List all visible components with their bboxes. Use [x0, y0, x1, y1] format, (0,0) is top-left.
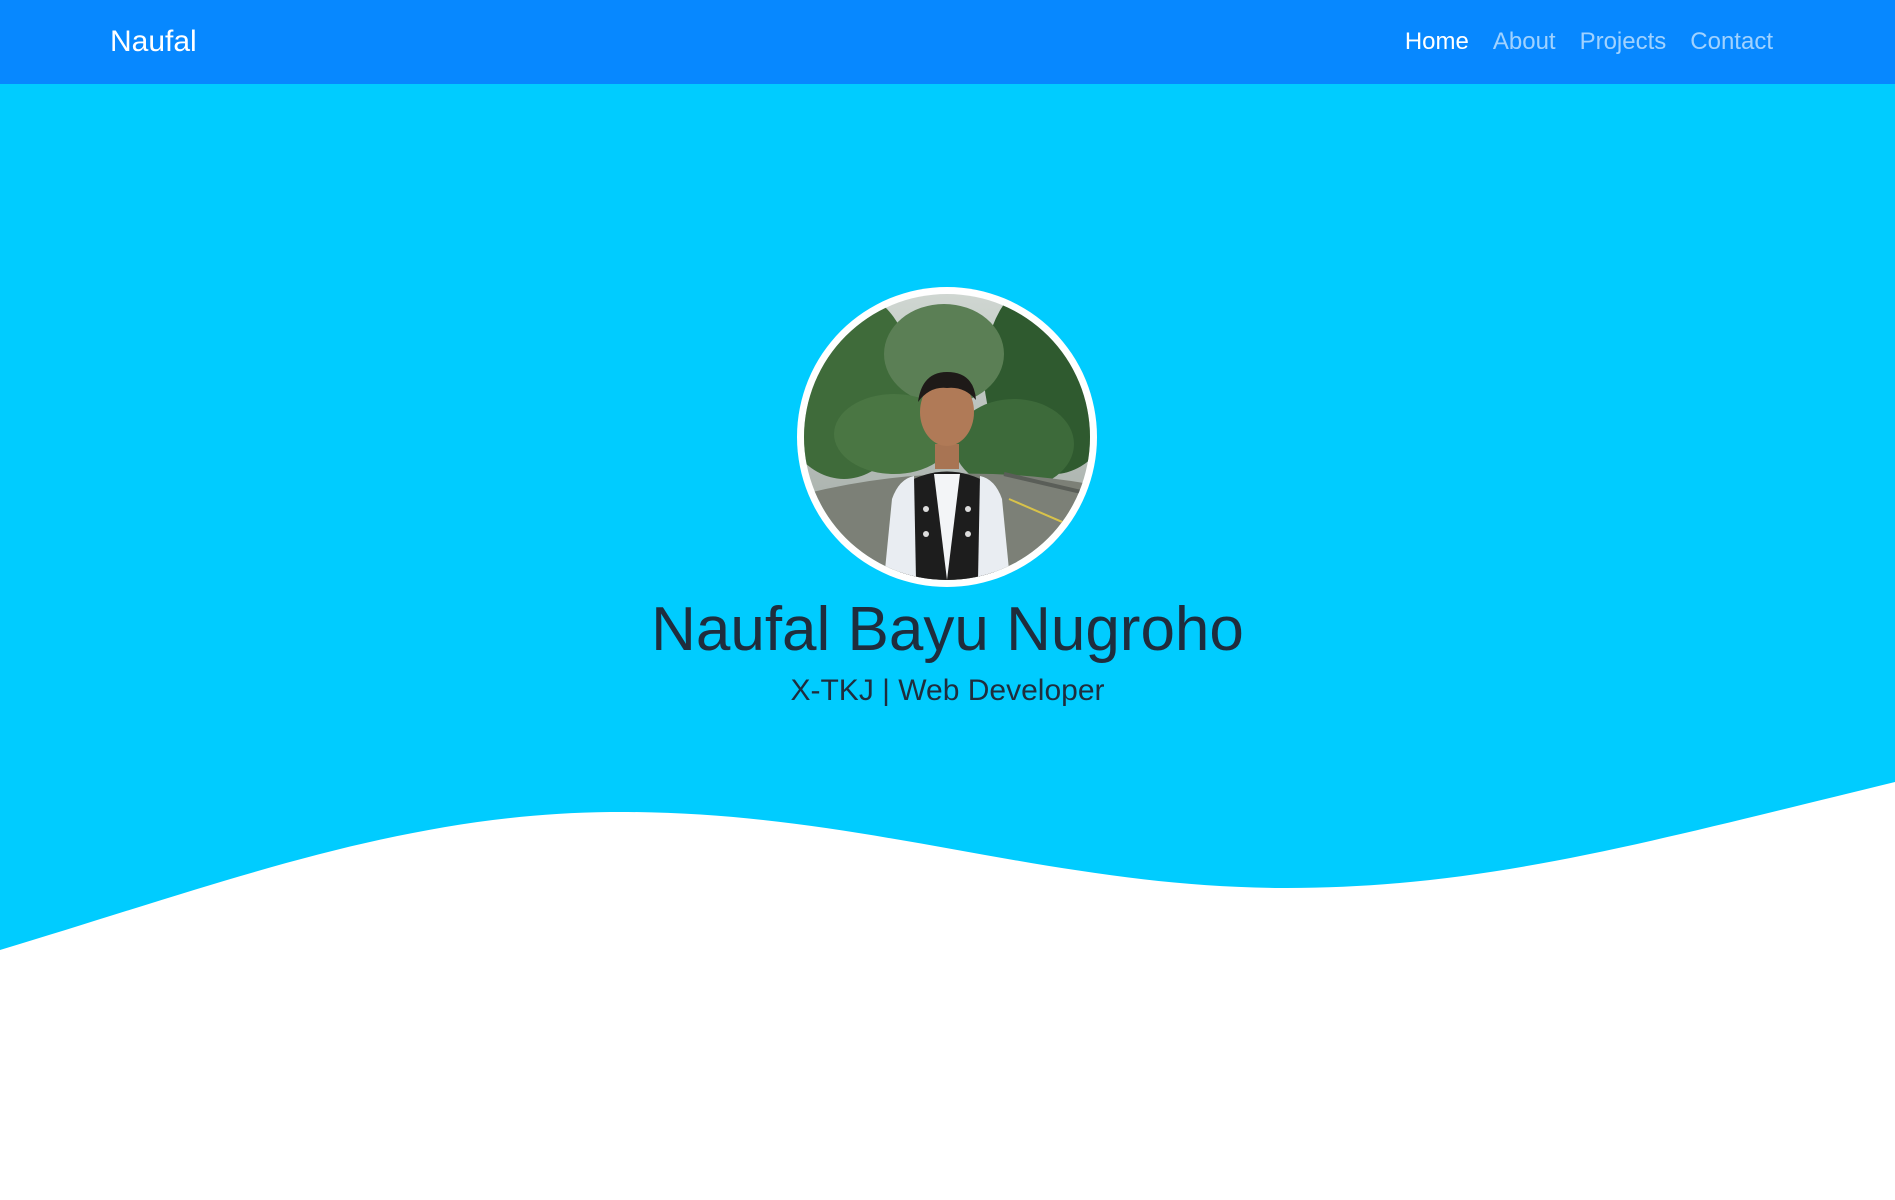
nav-link-projects[interactable]: Projects — [1580, 28, 1667, 56]
hero-section: Naufal Bayu Nugroho X-TKJ | Web Develope… — [0, 84, 1895, 1200]
navbar: Naufal Home About Projects Contact — [0, 0, 1895, 84]
profile-photo — [804, 294, 1090, 580]
nav-links: Home About Projects Contact — [1405, 0, 1773, 84]
avatar — [797, 287, 1097, 587]
nav-link-about[interactable]: About — [1493, 28, 1556, 56]
nav-link-contact[interactable]: Contact — [1690, 28, 1773, 56]
hero-name: Naufal Bayu Nugroho — [651, 595, 1244, 664]
hero-subtitle: X-TKJ | Web Developer — [790, 674, 1105, 707]
nav-link-home[interactable]: Home — [1405, 28, 1469, 56]
brand-link[interactable]: Naufal — [110, 0, 197, 84]
